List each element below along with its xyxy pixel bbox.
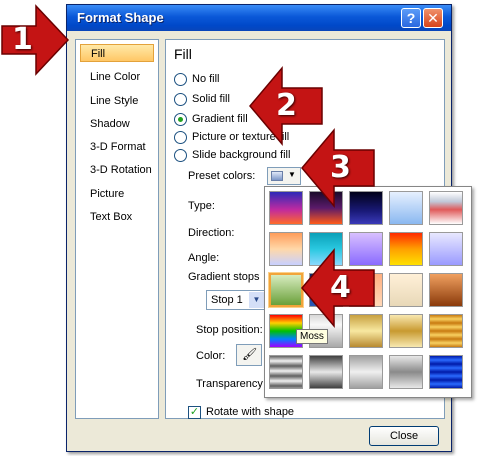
help-button[interactable]: ? [401,8,421,28]
radio-button-icon[interactable] [174,93,187,106]
preset-swatch-24[interactable] [389,355,423,389]
preset-swatch-10[interactable] [429,232,463,266]
gradient-stops-label: Gradient stops [188,271,260,283]
transparency-label: Transparency [196,378,263,390]
preset-colors-button[interactable]: ▼ [267,167,301,185]
radio-button-icon[interactable] [174,131,187,144]
callout-number-4: 4 [330,270,351,305]
radio-button-checked-icon[interactable] [174,113,187,126]
category-list: Fill Line Color Line Style Shadow 3-D Fo… [75,39,159,419]
title-close-button[interactable]: ✕ [423,8,443,28]
angle-label: Angle: [188,252,220,264]
nav-item-3d-format[interactable]: 3-D Format [80,138,154,156]
preset-swatch-icon [271,171,283,181]
direction-label: Direction: [188,227,235,239]
swatch-tooltip: Moss [296,329,328,344]
preset-swatch-19[interactable] [389,314,423,348]
preset-swatch-22[interactable] [309,355,343,389]
preset-swatch-23[interactable] [349,355,383,389]
callout-arrow-1 [1,4,70,76]
radio-label: Solid fill [192,93,230,105]
preset-swatch-21[interactable] [269,355,303,389]
stop-position-label: Stop position: [196,324,263,336]
radio-label: Slide background fill [192,149,291,161]
chevron-down-icon[interactable]: ▼ [249,292,264,308]
preset-swatch-20[interactable] [429,314,463,348]
color-label: Color: [196,350,226,362]
preset-swatch-25[interactable] [429,355,463,389]
preset-swatch-9[interactable] [389,232,423,266]
preset-swatch-14[interactable] [389,273,423,307]
nav-item-text-box[interactable]: Text Box [80,208,154,226]
preset-swatch-1[interactable] [269,191,303,225]
preset-swatch-4[interactable] [389,191,423,225]
dropdown-arrow-icon: ▼ [288,170,296,179]
paint-bucket-icon: 🖌 [242,347,258,361]
rotate-label: Rotate with shape [206,406,295,418]
preset-swatch-11[interactable] [269,273,303,307]
stop-select-value: Stop 1 [211,294,243,306]
nav-item-line-color[interactable]: Line Color [80,68,154,86]
preset-colors-label: Preset colors: [188,170,256,182]
nav-item-picture[interactable]: Picture [80,185,154,203]
nav-item-fill[interactable]: Fill [80,44,154,62]
color-picker-button[interactable]: 🖌 [236,344,262,366]
radio-label: No fill [192,73,220,85]
callout-number-2: 2 [276,88,297,123]
nav-item-line-style[interactable]: Line Style [80,92,154,110]
callout-number-3: 3 [330,150,351,185]
window-title: Format Shape [77,10,164,25]
preset-swatch-5[interactable] [429,191,463,225]
nav-item-shadow[interactable]: Shadow [80,115,154,133]
preset-swatch-6[interactable] [269,232,303,266]
section-title: Fill [174,46,192,62]
gradient-stop-select[interactable]: Stop 1 ▼ [206,290,266,310]
radio-button-icon[interactable] [174,73,187,86]
preset-swatch-15[interactable] [429,273,463,307]
checkbox-checked-icon[interactable]: ✓ [188,406,201,419]
callout-number-1: 1 [12,22,33,57]
close-button[interactable]: Close [369,426,439,446]
title-bar[interactable]: Format Shape ? ✕ [67,5,451,31]
type-label: Type: [188,200,215,212]
nav-item-3d-rotation[interactable]: 3-D Rotation [80,161,154,179]
radio-button-icon[interactable] [174,149,187,162]
radio-label: Gradient fill [192,113,248,125]
